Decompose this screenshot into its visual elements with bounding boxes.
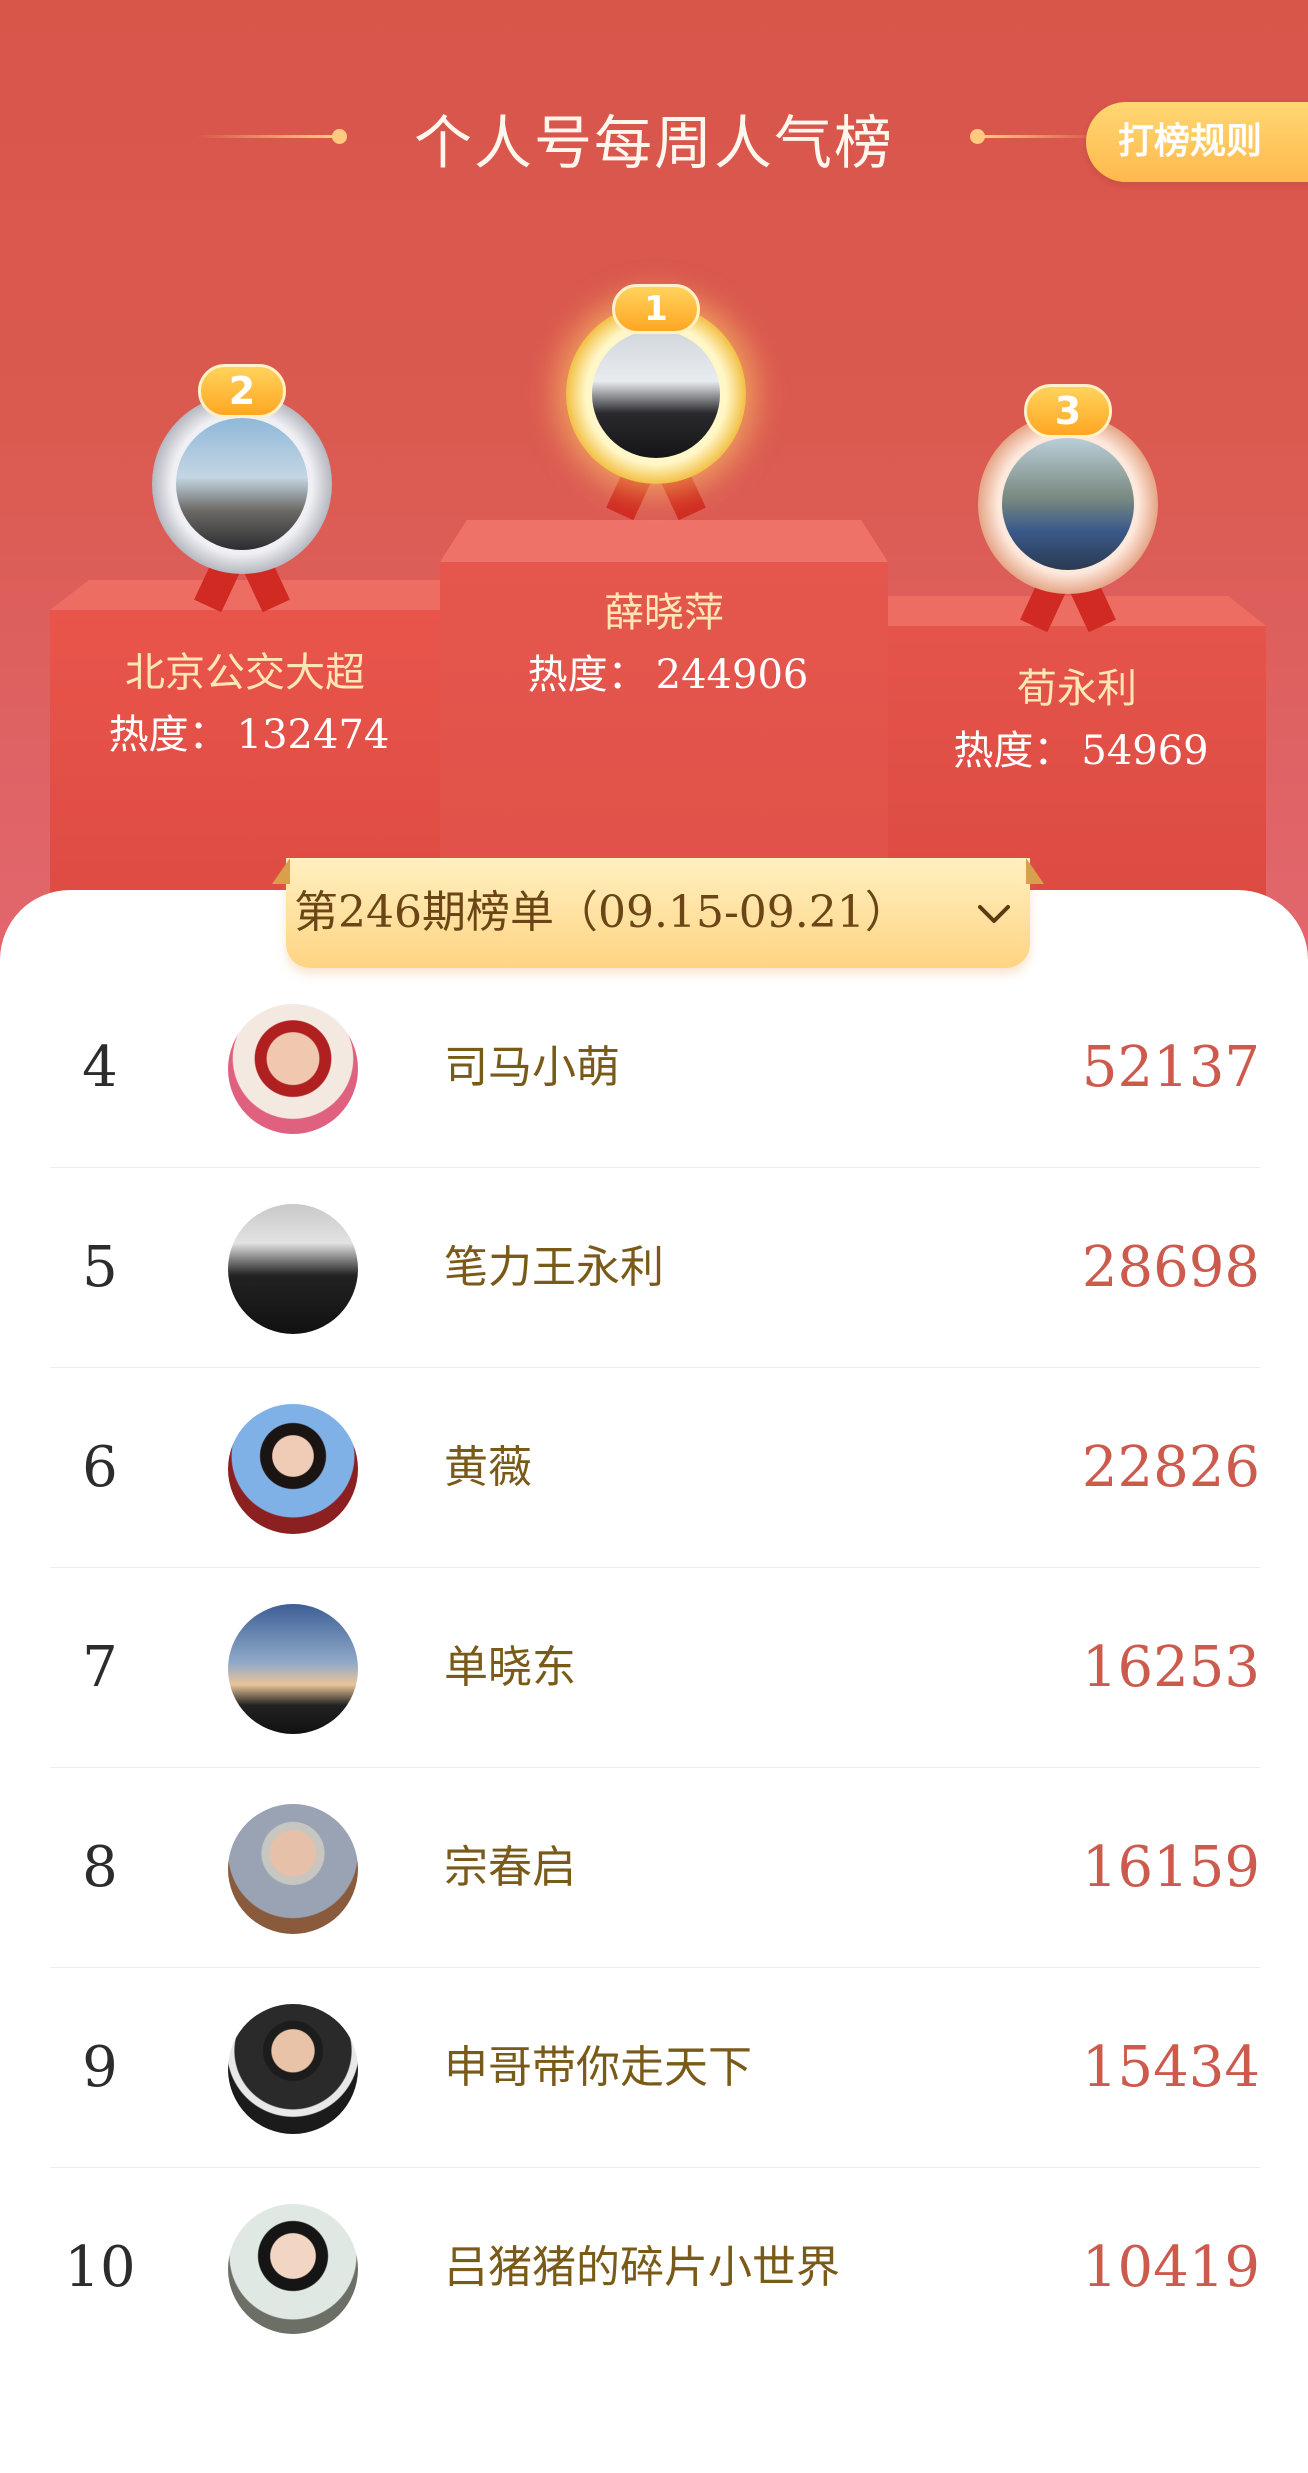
rank-number: 4 [82, 1035, 118, 1100]
podium-first[interactable]: 薛晓萍 热度： 244906 [440, 520, 888, 910]
avatar [228, 1604, 358, 1734]
rank-number: 5 [82, 1235, 118, 1300]
user-name: 申哥带你走天下 [444, 2042, 752, 2093]
avatar [228, 2204, 358, 2334]
heat-score: 22826 [1081, 1435, 1260, 1500]
heat-score: 28698 [1081, 1235, 1260, 1300]
avatar [1002, 438, 1134, 570]
avatar [592, 330, 720, 458]
list-item[interactable]: 5 笔力王永利 28698 [50, 1168, 1260, 1368]
rank-badge: 2 [198, 364, 286, 418]
silver-medal[interactable]: 2 [152, 364, 332, 613]
gold-medal[interactable]: 1 [566, 284, 746, 521]
heat-score: 15434 [1081, 2035, 1260, 2100]
podium-second-heat: 热度： 132474 [50, 702, 440, 760]
heat-score: 10419 [1081, 2235, 1260, 2300]
rank-badge: 3 [1024, 384, 1112, 438]
rank-badge: 1 [612, 284, 700, 334]
list-item[interactable]: 4 司马小萌 52137 [50, 968, 1260, 1168]
user-name: 黄薇 [444, 1442, 532, 1493]
avatar [228, 1004, 358, 1134]
podium-first-heat: 热度： 244906 [440, 642, 888, 700]
podium-third-name: 荀永利 [1017, 666, 1137, 712]
heat-score: 16159 [1081, 1835, 1260, 1900]
user-name: 宗春启 [444, 1842, 576, 1893]
heat-label: 热度： [527, 652, 648, 698]
rank-number: 10 [64, 2235, 136, 2300]
heat-value: 132474 [236, 712, 390, 758]
chevron-down-icon[interactable] [974, 894, 1014, 934]
rank-number: 8 [82, 1835, 118, 1900]
list-item[interactable]: 8 宗春启 16159 [50, 1768, 1260, 1968]
avatar [228, 1804, 358, 1934]
period-label: 第246期榜单（09.15-09.21） [294, 887, 909, 938]
list-item[interactable]: 10 吕猪猪的碎片小世界 10419 [50, 2168, 1260, 2368]
period-selector[interactable]: 第246期榜单（09.15-09.21） [286, 858, 1030, 968]
avatar [228, 1404, 358, 1534]
podium-second-name: 北京公交大超 [125, 650, 365, 696]
rank-number: 6 [82, 1435, 118, 1500]
leaderboard-hero: 个人号每周人气榜 打榜规则 北京公交大超 热度： 132474 薛晓萍 热度： 24… [0, 0, 1308, 960]
list-item[interactable]: 7 单晓东 16253 [50, 1568, 1260, 1768]
rank-number: 7 [82, 1635, 118, 1700]
ranking-list-panel: 4 司马小萌 52137 5 笔力王永利 28698 6 黄薇 22826 7 … [0, 890, 1308, 2473]
list-item[interactable]: 6 黄薇 22826 [50, 1368, 1260, 1568]
rank-number: 9 [82, 2035, 118, 2100]
bronze-medal[interactable]: 3 [978, 384, 1158, 633]
avatar [228, 2004, 358, 2134]
heat-label: 热度： [953, 728, 1074, 774]
user-name: 吕猪猪的碎片小世界 [444, 2242, 840, 2293]
heat-score: 16253 [1081, 1635, 1260, 1700]
rules-button[interactable]: 打榜规则 [1086, 102, 1308, 182]
avatar [228, 1204, 358, 1334]
user-name: 单晓东 [444, 1642, 576, 1693]
avatar [176, 418, 308, 550]
podium-first-name: 薛晓萍 [604, 590, 724, 636]
heat-label: 热度： [108, 712, 229, 758]
heat-score: 52137 [1081, 1035, 1260, 1100]
user-name: 笔力王永利 [444, 1242, 664, 1293]
heat-value: 54969 [1081, 728, 1209, 774]
heat-value: 244906 [655, 652, 809, 698]
user-name: 司马小萌 [444, 1042, 620, 1093]
podium-third-heat: 热度： 54969 [888, 718, 1266, 776]
title-decoration-right [980, 135, 1100, 138]
list-item[interactable]: 9 申哥带你走天下 15434 [50, 1968, 1260, 2168]
